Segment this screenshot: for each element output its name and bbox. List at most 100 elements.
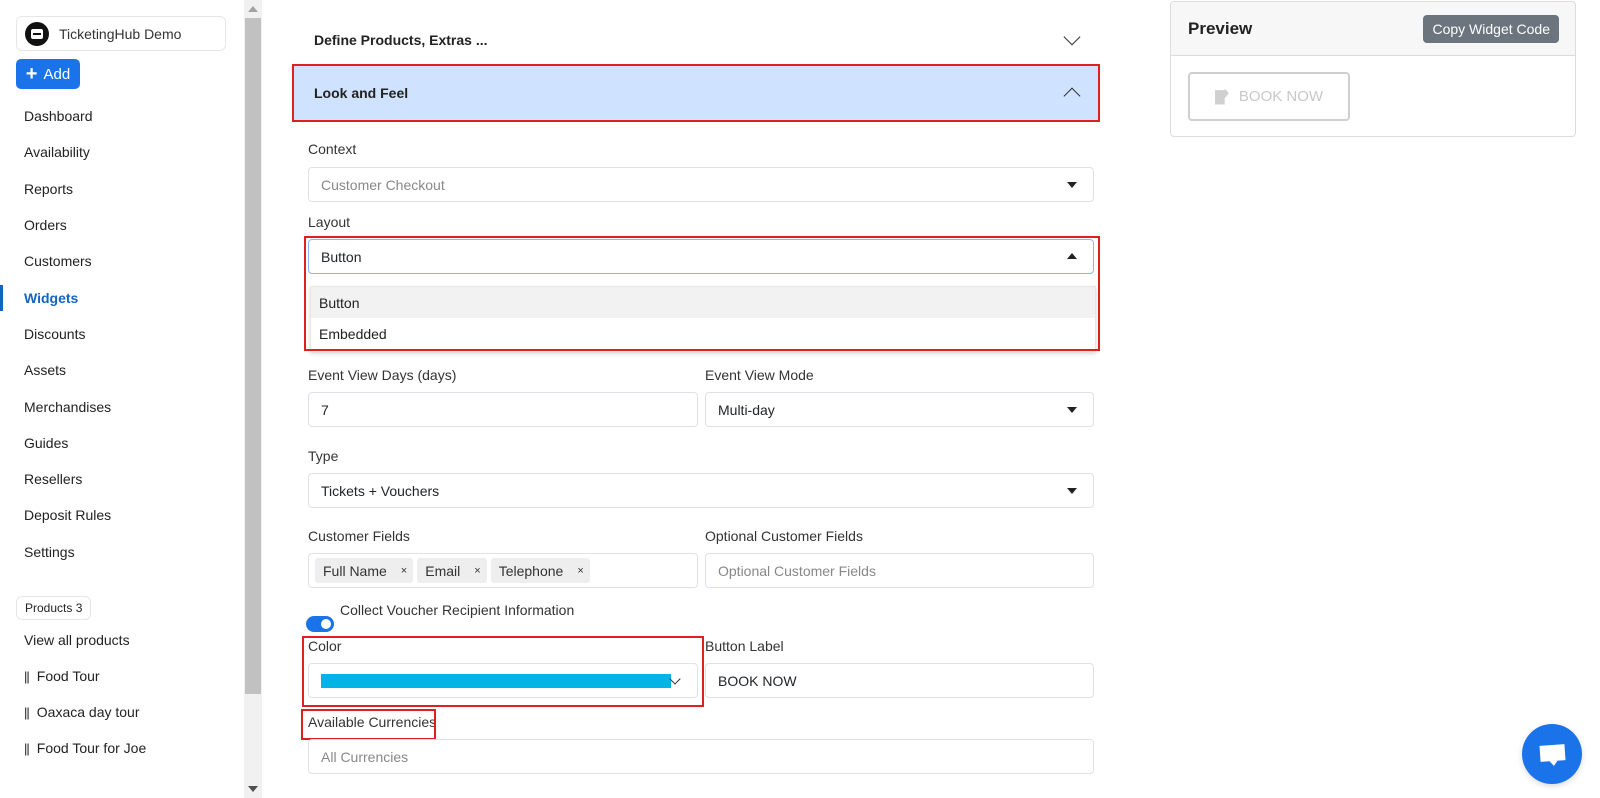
- type-value: Tickets + Vouchers: [321, 482, 440, 499]
- button-label-input[interactable]: BOOK NOW: [705, 663, 1094, 698]
- event-mode-select[interactable]: Multi-day: [705, 392, 1094, 427]
- context-label: Context: [308, 141, 357, 157]
- color-picker[interactable]: [308, 663, 698, 698]
- book-now-label: BOOK NOW: [1238, 88, 1324, 105]
- product-item[interactable]: || Food Tour for Joe: [0, 730, 244, 766]
- sidebar-item-widgets[interactable]: Widgets: [0, 279, 244, 315]
- copy-widget-code-button[interactable]: Copy Widget Code: [1423, 14, 1559, 43]
- button-label-label: Button Label: [705, 638, 784, 654]
- add-button[interactable]: + Add: [16, 59, 80, 89]
- product-label: Food Tour for Joe: [36, 740, 147, 756]
- accordion-look-and-feel[interactable]: Look and Feel: [292, 64, 1100, 122]
- scrollbar-thumb[interactable]: [245, 18, 261, 694]
- chat-launcher-button[interactable]: [1522, 724, 1582, 784]
- caret-down-icon: [1067, 182, 1077, 188]
- preview-header: Preview Copy Widget Code: [1171, 2, 1575, 56]
- remove-tag-icon[interactable]: ×: [401, 565, 407, 577]
- layout-value: Button: [321, 248, 362, 265]
- sidebar-item-availability[interactable]: Availability: [0, 134, 244, 170]
- book-now-preview-button[interactable]: BOOK NOW: [1188, 72, 1350, 121]
- sidebar-item-dashboard[interactable]: Dashboard: [0, 98, 244, 134]
- customer-fields-label: Customer Fields: [308, 528, 410, 544]
- view-all-products-link[interactable]: View all products: [0, 622, 244, 658]
- chevron-down-icon: [669, 673, 681, 685]
- brand-name: TicketingHub Demo: [59, 25, 182, 42]
- event-mode-label: Event View Mode: [705, 367, 814, 383]
- plus-icon: +: [25, 63, 38, 85]
- remove-tag-icon[interactable]: ×: [474, 565, 480, 577]
- sidebar-item-resellers[interactable]: Resellers: [0, 461, 244, 497]
- sidebar-nav: Dashboard Availability Reports Orders Cu…: [0, 98, 244, 570]
- button-label-value: BOOK NOW: [718, 672, 797, 689]
- product-label: Food Tour: [36, 668, 100, 684]
- caret-up-icon: [1067, 253, 1077, 259]
- type-label: Type: [308, 448, 339, 464]
- currencies-placeholder: All Currencies: [321, 748, 409, 765]
- accordion-define-products[interactable]: Define Products, Extras ...: [294, 17, 1098, 63]
- drag-handle-icon[interactable]: ||: [24, 705, 30, 720]
- product-label: Oaxaca day tour: [36, 704, 140, 720]
- sidebar-item-guides[interactable]: Guides: [0, 425, 244, 461]
- widget-editor: Define Products, Extras ... Look and Fee…: [262, 0, 1142, 798]
- tag-label: Email: [425, 562, 461, 579]
- currencies-label: Available Currencies: [308, 714, 437, 730]
- color-swatch: [321, 673, 671, 688]
- optional-fields-input[interactable]: Optional Customer Fields: [705, 553, 1094, 588]
- scroll-down-icon[interactable]: [248, 786, 258, 792]
- layout-dropdown: Button Embedded: [310, 286, 1096, 352]
- event-days-input[interactable]: 7: [308, 392, 698, 427]
- add-label: Add: [43, 65, 71, 83]
- type-select[interactable]: Tickets + Vouchers: [308, 473, 1094, 508]
- caret-down-icon: [1067, 407, 1077, 413]
- layout-select[interactable]: Button: [308, 239, 1094, 274]
- layout-option-button[interactable]: Button: [311, 287, 1095, 318]
- voucher-recipient-toggle[interactable]: [306, 616, 334, 632]
- sidebar-item-settings[interactable]: Settings: [0, 534, 244, 570]
- sidebar-item-orders[interactable]: Orders: [0, 207, 244, 243]
- products-count-badge: Products 3: [16, 596, 92, 620]
- accordion-title: Define Products, Extras ...: [314, 32, 488, 48]
- color-label: Color: [308, 638, 342, 654]
- sidebar-scrollbar[interactable]: [244, 0, 262, 798]
- sidebar-item-discounts[interactable]: Discounts: [0, 316, 244, 352]
- context-select[interactable]: Customer Checkout: [308, 167, 1094, 202]
- event-days-label: Event View Days (days): [308, 367, 457, 383]
- product-item[interactable]: || Food Tour: [0, 658, 244, 694]
- optional-fields-placeholder: Optional Customer Fields: [718, 562, 876, 579]
- currencies-input[interactable]: All Currencies: [308, 739, 1094, 774]
- sidebar-item-customers[interactable]: Customers: [0, 243, 244, 279]
- voucher-toggle-label: Collect Voucher Recipient Information: [340, 602, 575, 618]
- drag-handle-icon[interactable]: ||: [24, 669, 30, 684]
- drag-handle-icon[interactable]: ||: [24, 741, 30, 756]
- ticket-icon: [1214, 88, 1229, 105]
- event-mode-value: Multi-day: [718, 401, 775, 418]
- layout-label: Layout: [308, 214, 351, 230]
- chevron-down-icon: [1063, 28, 1081, 46]
- accordion-title: Look and Feel: [314, 85, 409, 101]
- preview-panel: Preview Copy Widget Code BOOK NOW: [1170, 1, 1576, 137]
- sidebar-item-merchandises[interactable]: Merchandises: [0, 388, 244, 424]
- view-all-products-label: View all products: [24, 632, 130, 648]
- tag-full-name: Full Name ×: [315, 558, 414, 583]
- tag-email: Email ×: [417, 558, 487, 583]
- chevron-up-icon: [1063, 87, 1081, 105]
- customer-fields-input[interactable]: Full Name × Email × Telephone ×: [308, 553, 698, 588]
- layout-option-embedded[interactable]: Embedded: [311, 318, 1095, 349]
- tag-label: Full Name: [323, 562, 387, 579]
- tag-telephone: Telephone ×: [490, 558, 590, 583]
- preview-title: Preview: [1188, 18, 1253, 38]
- chat-bubble-icon: [1539, 744, 1566, 762]
- context-value: Customer Checkout: [321, 176, 445, 193]
- sidebar-item-deposit-rules[interactable]: Deposit Rules: [0, 497, 244, 533]
- brand-logo-icon: [25, 21, 49, 46]
- optional-fields-label: Optional Customer Fields: [705, 528, 863, 544]
- product-item[interactable]: || Oaxaca day tour: [0, 694, 244, 730]
- remove-tag-icon[interactable]: ×: [577, 565, 583, 577]
- sidebar-item-reports[interactable]: Reports: [0, 171, 244, 207]
- event-days-value: 7: [321, 401, 329, 418]
- scroll-up-icon[interactable]: [248, 6, 258, 12]
- sidebar-item-assets[interactable]: Assets: [0, 352, 244, 388]
- account-switcher[interactable]: TicketingHub Demo: [16, 16, 226, 51]
- caret-down-icon: [1067, 488, 1077, 494]
- sidebar: TicketingHub Demo + Add Dashboard Availa…: [0, 0, 244, 798]
